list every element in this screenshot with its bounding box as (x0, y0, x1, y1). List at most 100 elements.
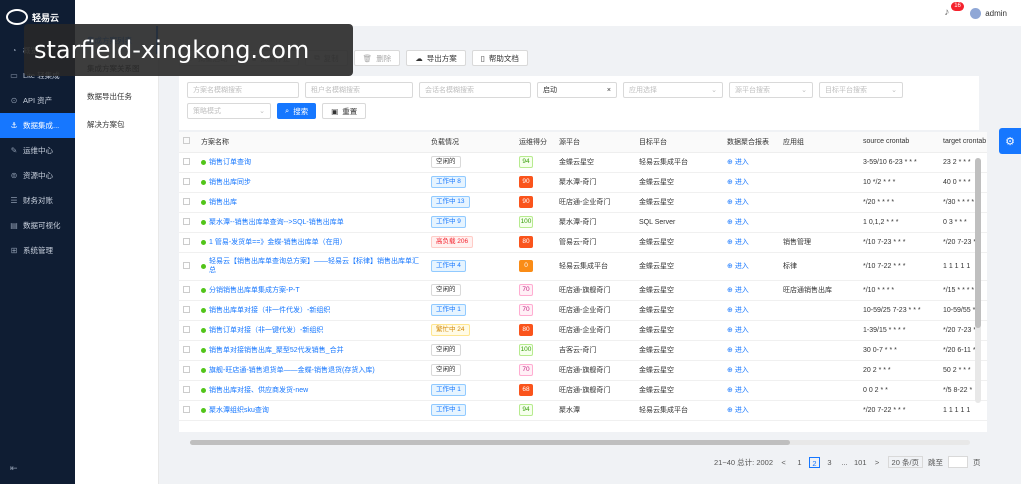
status-dot-icon (201, 327, 206, 333)
column-header-3[interactable]: 源平台 (555, 132, 635, 153)
scheme-name-link[interactable]: 销售出库单对接（非一件代发）-新组织 (201, 306, 423, 315)
scheme-name-link[interactable]: 分销销售出库单集成方案-P-T (201, 286, 423, 295)
row-checkbox[interactable] (179, 400, 197, 421)
filter-field-2[interactable]: 会话名模糊搜索 (419, 82, 531, 98)
notification-bell-icon[interactable]: ♪ 16 (944, 2, 964, 19)
collapse-sidebar-icon[interactable]: ⇤ (10, 463, 18, 474)
jump-page-input[interactable] (948, 456, 969, 468)
load-status-badge: 工作中 1 (431, 384, 466, 396)
filter-field-4[interactable]: 应用选择 ⌄ (623, 82, 723, 98)
scheme-name-link[interactable]: 销售订单对接（非一键代发）-新组织 (201, 326, 423, 335)
scheme-name-cell: 1 管易-发货单==》金蝶-销售出库单（在用） (197, 232, 427, 253)
report-enter-link[interactable]: ⊕ 进入 (727, 199, 749, 206)
report-enter-link[interactable]: ⊕ 进入 (727, 239, 749, 246)
row-checkbox[interactable] (179, 252, 197, 281)
sidebar-item-3[interactable]: ⚓ 数据集成... (0, 113, 75, 138)
report-enter-link[interactable]: ⊕ 进入 (727, 407, 749, 414)
page-number-2[interactable]: 3 (824, 457, 835, 468)
user-menu[interactable]: admin (970, 7, 1007, 19)
row-checkbox[interactable] (179, 172, 197, 193)
page-number-1[interactable]: 2 (809, 456, 821, 468)
row-checkbox[interactable] (179, 340, 197, 361)
settings-gear-icon[interactable]: ⚙ (999, 128, 1021, 154)
row-checkbox[interactable] (179, 300, 197, 321)
column-header-1[interactable]: 负载情况 (427, 132, 515, 153)
scheme-name-link[interactable]: 销售出库对接、供应商发货-new (201, 386, 423, 395)
report-enter-link[interactable]: ⊕ 进入 (727, 367, 749, 374)
strategy-mode-select[interactable]: 策略模式 ⌄ (187, 103, 271, 119)
vertical-scrollbar-thumb[interactable] (975, 158, 981, 328)
scheme-name-link[interactable]: 旗舰-旺店通-销售退货单——金蝶-销售退货(存货入库) (201, 366, 423, 375)
prev-page-button[interactable]: < (778, 457, 789, 468)
report-enter-link[interactable]: ⊕ 进入 (727, 347, 749, 354)
page-number-3[interactable]: ... (839, 457, 850, 468)
report-enter-text: 进入 (734, 263, 749, 270)
toolbar-button-3[interactable]: 🗑 删除 (353, 50, 401, 66)
report-enter-link[interactable]: ⊕ 进入 (727, 287, 749, 294)
column-header-0[interactable]: 方案名称 (197, 132, 427, 153)
horizontal-scrollbar-thumb[interactable] (190, 440, 790, 445)
column-header-7[interactable]: source crontab (859, 132, 939, 153)
sidebar-item-2[interactable]: ⊙ API 资产 (0, 88, 75, 113)
scheme-name-link[interactable]: 轻易云【销售出库单查询总方案】——轻易云【标律】销售出库单汇总 (201, 257, 423, 275)
filter-field-0[interactable]: 方案名模糊搜索 (187, 82, 299, 98)
submenu-item-2[interactable]: 数据导出任务 (75, 82, 158, 110)
load-status-badge: 工作中 8 (431, 176, 466, 188)
ops-score-badge: 70 (519, 284, 533, 296)
submenu-item-3[interactable]: 解决方案包 (75, 110, 158, 138)
scheme-name-link[interactable]: 销售出库同步 (201, 178, 423, 187)
scheme-name-link[interactable]: 销售出库 (201, 198, 423, 207)
sidebar-item-6[interactable]: ☰ 财务对账 (0, 188, 75, 213)
report-enter-link[interactable]: ⊕ 进入 (727, 387, 749, 394)
table-row: 销售出库 工作中 13 90 旺店通-企业奇门 金蝶云星空 ⊕ 进入 */20 * * * … (179, 192, 987, 213)
page-size-select[interactable]: 20 条/页 (887, 456, 924, 468)
reset-button[interactable]: ▣ 重置 (322, 103, 367, 119)
scheme-name-cell: 旗舰-旺店通-销售退货单——金蝶-销售退货(存货入库) (197, 360, 427, 381)
page-number-0[interactable]: 1 (794, 457, 805, 468)
clear-icon[interactable]: × (607, 87, 611, 94)
filter-field-1[interactable]: 租户名模糊搜索 (305, 82, 413, 98)
scheme-name-link[interactable]: 销售单对接销售出库_聚型52代发销售_合并 (201, 346, 423, 355)
column-header-4[interactable]: 目标平台 (635, 132, 723, 153)
row-checkbox[interactable] (179, 360, 197, 381)
row-checkbox[interactable] (179, 192, 197, 213)
tcron-cell: 1 1 1 1 1 (939, 400, 987, 421)
column-header-8[interactable]: target crontab (939, 132, 987, 153)
report-enter-link[interactable]: ⊕ 进入 (727, 219, 749, 226)
filter-field-6[interactable]: 目标平台搜索 ⌄ (819, 82, 903, 98)
search-button-label: 搜索 (293, 106, 309, 116)
sidebar-item-7[interactable]: ▤ 数据可视化 (0, 213, 75, 238)
page-number-4[interactable]: 101 (854, 457, 867, 468)
horizontal-scrollbar[interactable] (190, 440, 970, 445)
column-header-5[interactable]: 数据聚合报表 (723, 132, 779, 153)
scheme-name-link[interactable]: 销售订单查询 (201, 158, 423, 167)
row-checkbox[interactable] (179, 320, 197, 341)
next-page-button[interactable]: > (872, 457, 883, 468)
scheme-name-link[interactable]: 1 管易-发货单==》金蝶-销售出库单（在用） (201, 238, 423, 247)
report-enter-link[interactable]: ⊕ 进入 (727, 179, 749, 186)
sidebar-item-4[interactable]: ✎ 运维中心 (0, 138, 75, 163)
checkbox-icon (183, 261, 190, 269)
vertical-scrollbar[interactable] (975, 158, 981, 403)
toolbar-button-5[interactable]: ▯ 帮助文档 (471, 50, 528, 66)
scheme-name-link[interactable]: 聚水潭组织sku查询 (201, 406, 423, 415)
toolbar-button-4[interactable]: ☁ 导出方案 (406, 50, 466, 66)
row-checkbox[interactable] (179, 152, 197, 173)
report-enter-link[interactable]: ⊕ 进入 (727, 159, 749, 166)
filter-field-5[interactable]: 源平台搜索 ⌄ (729, 82, 813, 98)
search-button[interactable]: ⌕ 搜索 (277, 103, 317, 119)
select-all-checkbox[interactable] (179, 132, 197, 153)
filter-field-3[interactable]: 启动 × (537, 82, 617, 98)
column-header-6[interactable]: 应用组 (779, 132, 859, 153)
sidebar-item-8[interactable]: ⊞ 系统管理 (0, 238, 75, 263)
report-enter-link[interactable]: ⊕ 进入 (727, 307, 749, 314)
sidebar-item-5[interactable]: ⊚ 资源中心 (0, 163, 75, 188)
report-enter-link[interactable]: ⊕ 进入 (727, 327, 749, 334)
row-checkbox[interactable] (179, 380, 197, 401)
report-enter-link[interactable]: ⊕ 进入 (727, 263, 749, 270)
row-checkbox[interactable] (179, 212, 197, 233)
column-header-2[interactable]: 运维得分 (515, 132, 555, 153)
row-checkbox[interactable] (179, 280, 197, 301)
scheme-name-link[interactable]: 聚水潭--销售出库单查询-->SQL-销售出库单 (201, 218, 423, 227)
row-checkbox[interactable] (179, 232, 197, 253)
